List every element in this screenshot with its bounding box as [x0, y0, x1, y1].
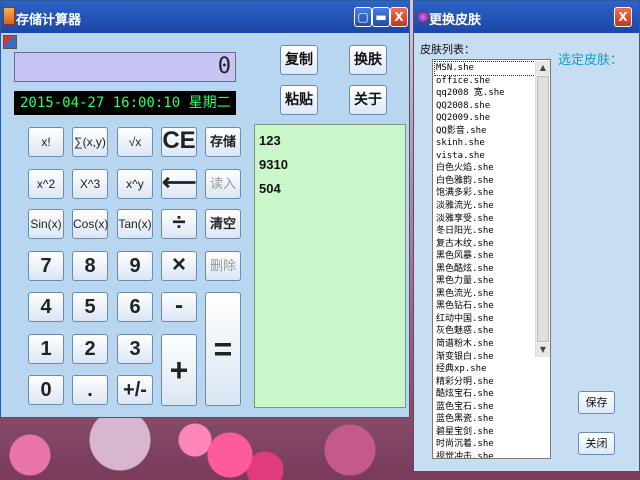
digit-6-button[interactable]: 6: [117, 292, 153, 322]
skin-list-item[interactable]: 蓝色宝石.she: [435, 401, 535, 414]
skin-titlebar[interactable]: 更换皮肤 X: [414, 1, 639, 33]
digit-9-button[interactable]: 9: [117, 251, 153, 281]
skin-list-item[interactable]: 时尚沉着.she: [435, 438, 535, 451]
skin-list-item[interactable]: 复古木纹.she: [435, 238, 535, 251]
square-button[interactable]: x^2: [28, 169, 64, 199]
sum-button[interactable]: ∑(x,y): [72, 127, 108, 157]
skin-list-item[interactable]: 经典xp.she: [435, 363, 535, 376]
factorial-button[interactable]: x!: [28, 127, 64, 157]
skin-list-item[interactable]: vista.she: [435, 150, 535, 163]
history-entry: 123: [259, 133, 281, 148]
skin-close-x-button[interactable]: X: [614, 7, 632, 27]
skin-list-item[interactable]: 简谱粉木.she: [435, 338, 535, 351]
skin-list-item[interactable]: 黑色流光.she: [435, 288, 535, 301]
calculator-title: 存储计算器: [16, 13, 82, 28]
divide-button[interactable]: ÷: [161, 209, 197, 239]
skin-list-item[interactable]: 碧星宝剑.she: [435, 426, 535, 439]
backspace-button[interactable]: ⟵: [161, 169, 197, 199]
history-panel: 123 9310 504: [254, 124, 406, 408]
skin-list-label: 皮肤列表：: [420, 43, 475, 56]
skin-app-icon: [417, 11, 429, 23]
skin-window: 更换皮肤 X 皮肤列表： 选定皮肤： MSN.she office.she qq20…: [413, 0, 640, 472]
digit-0-button[interactable]: 0: [28, 375, 64, 405]
skin-list-item[interactable]: 淡雅享受.she: [435, 213, 535, 226]
skin-list-item[interactable]: 冬日阳光.she: [435, 225, 535, 238]
skin-list-item[interactable]: 酷炫宝石.she: [435, 388, 535, 401]
decimal-button[interactable]: .: [72, 375, 108, 405]
history-entry: 504: [259, 181, 281, 196]
clear-entry-button[interactable]: CE: [161, 127, 197, 157]
skin-list-item[interactable]: 白色雅韵.she: [435, 175, 535, 188]
clear-all-button[interactable]: 清空: [205, 209, 241, 239]
skin-list-item[interactable]: 淡雅流光.she: [435, 200, 535, 213]
sqrt-button[interactable]: √x: [117, 127, 153, 157]
tan-button[interactable]: Tan(x): [117, 209, 153, 239]
minimize-button[interactable]: ▬: [372, 7, 390, 27]
multiply-button[interactable]: ×: [161, 251, 197, 281]
equals-button[interactable]: =: [205, 292, 241, 406]
history-entry: 9310: [259, 157, 288, 172]
skin-list-item[interactable]: QQ2008.she: [435, 100, 535, 113]
minus-button[interactable]: -: [161, 292, 197, 322]
skin-listbox[interactable]: MSN.she office.she qq2008 宽.she QQ2008.she Q…: [432, 59, 551, 459]
calculator-app-icon: [3, 7, 15, 25]
selected-skin-label: 选定皮肤：: [558, 53, 624, 68]
skin-list-item[interactable]: office.she: [435, 75, 535, 88]
digit-4-button[interactable]: 4: [28, 292, 64, 322]
skin-list-item[interactable]: 蓝色黑瓷.she: [435, 413, 535, 426]
restore-button[interactable]: ▢: [354, 7, 372, 27]
close-skin-button[interactable]: 关闭: [578, 432, 615, 455]
skin-window-title: 更换皮肤: [429, 13, 482, 28]
skin-list-item[interactable]: QQ影音.she: [435, 125, 535, 138]
sin-button[interactable]: Sin(x): [28, 209, 64, 239]
skin-scrollbar[interactable]: ▲ ▼: [535, 61, 550, 357]
save-skin-button[interactable]: 保存: [578, 391, 615, 414]
store-button[interactable]: 存储: [205, 127, 241, 157]
plus-button[interactable]: +: [161, 334, 197, 406]
skin-list-item[interactable]: qq2008 宽.she: [435, 87, 535, 100]
calculator-window: 存储计算器 ▢ ▬ X 0 2015-04-27 16:00:10 星期二 复制…: [0, 0, 410, 418]
delete-button[interactable]: 删除: [205, 251, 241, 281]
minimize-icon: ▬: [375, 10, 387, 24]
skin-list-item[interactable]: skinh.she: [435, 137, 535, 150]
scroll-down-icon[interactable]: ▼: [536, 343, 550, 357]
digit-8-button[interactable]: 8: [72, 251, 108, 281]
digit-3-button[interactable]: 3: [117, 334, 153, 364]
digit-2-button[interactable]: 2: [72, 334, 108, 364]
skin-list-item[interactable]: 精彩分明.she: [435, 376, 535, 389]
cos-button[interactable]: Cos(x): [72, 209, 108, 239]
power-button[interactable]: x^y: [117, 169, 153, 199]
skin-list-item[interactable]: 红动中国.she: [435, 313, 535, 326]
skin-list-item[interactable]: 视觉冲击.she: [435, 451, 535, 458]
skin-list-item[interactable]: MSN.she: [434, 61, 536, 76]
about-button[interactable]: 关于: [349, 85, 387, 115]
calculator-titlebar[interactable]: 存储计算器 ▢ ▬ X: [1, 1, 409, 33]
skin-list-item[interactable]: 黑色力量.she: [435, 275, 535, 288]
digit-7-button[interactable]: 7: [28, 251, 64, 281]
menu-icon[interactable]: [3, 35, 17, 49]
skin-list-item[interactable]: QQ2009.she: [435, 112, 535, 125]
scroll-thumb[interactable]: [537, 76, 549, 342]
digit-1-button[interactable]: 1: [28, 334, 64, 364]
skin-list-item[interactable]: 渐变银白.she: [435, 351, 535, 364]
digit-5-button[interactable]: 5: [72, 292, 108, 322]
skin-items: MSN.she office.she qq2008 宽.she QQ2008.she Q…: [434, 61, 536, 458]
skin-list-item[interactable]: 黑色钻石.she: [435, 300, 535, 313]
scroll-up-icon[interactable]: ▲: [536, 61, 550, 75]
skin-button[interactable]: 换肤: [349, 45, 387, 75]
negate-button[interactable]: +/-: [117, 375, 153, 405]
skin-list-item[interactable]: 白色火焰.she: [435, 162, 535, 175]
datetime-readout: 2015-04-27 16:00:10 星期二: [14, 91, 236, 115]
skin-list-item[interactable]: 灰色魅惑.she: [435, 325, 535, 338]
cube-button[interactable]: X^3: [72, 169, 108, 199]
calculator-close-button[interactable]: X: [390, 7, 408, 27]
copy-button[interactable]: 复制: [280, 45, 318, 75]
load-button[interactable]: 读入: [205, 169, 241, 199]
paste-button[interactable]: 粘贴: [280, 85, 318, 115]
calculator-display: 0: [14, 52, 236, 82]
skin-list-item[interactable]: 黑色风暴.she: [435, 250, 535, 263]
skin-list-item[interactable]: 黑色酷炫.she: [435, 263, 535, 276]
skin-list-item[interactable]: 饱满多彩.she: [435, 187, 535, 200]
restore-icon: ▢: [357, 10, 369, 24]
